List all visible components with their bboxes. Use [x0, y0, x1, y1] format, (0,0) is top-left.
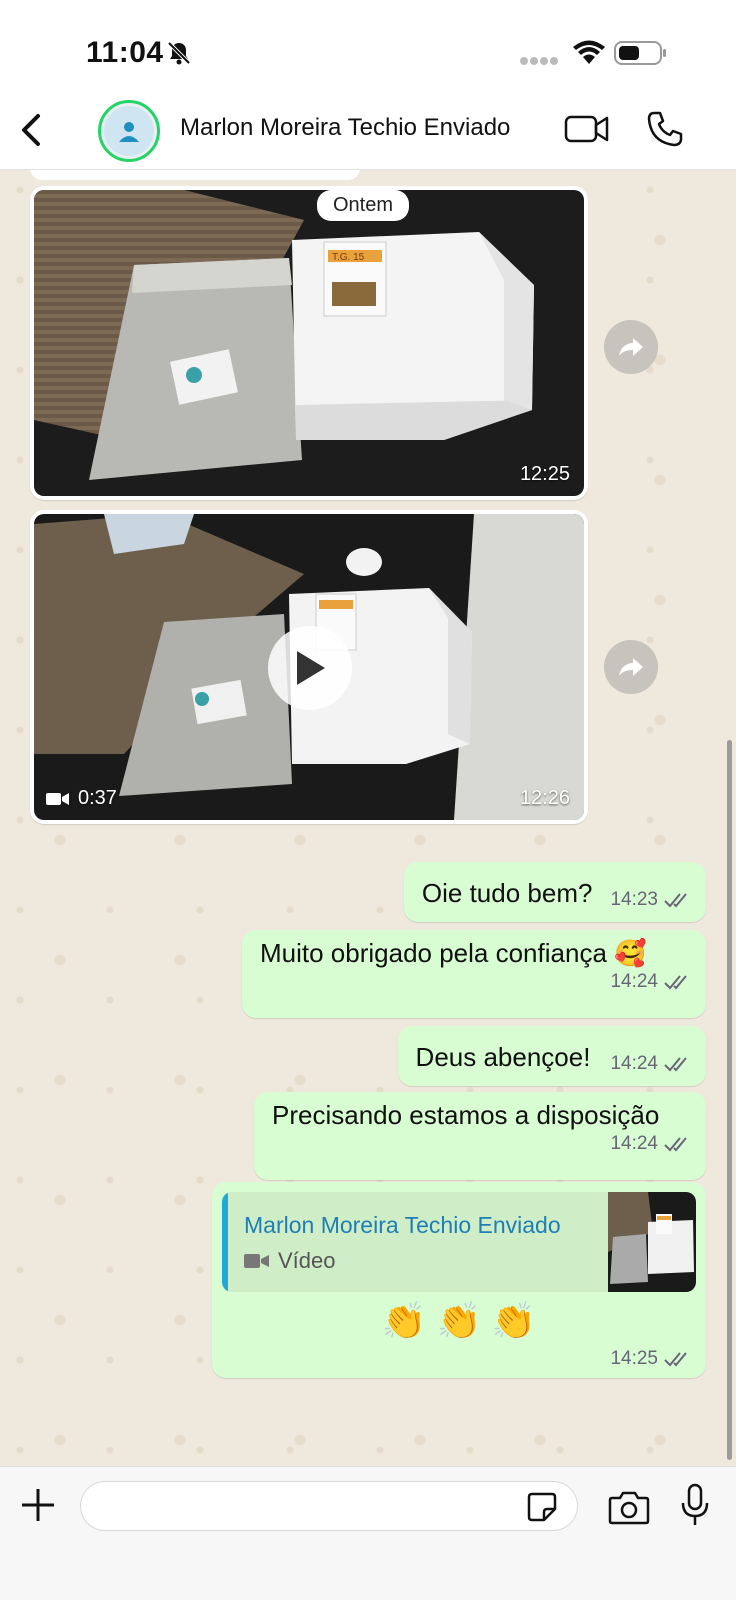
double-check-icon	[664, 1057, 687, 1072]
double-check-icon	[664, 1352, 687, 1367]
photo-message[interactable]: T.G. 15 12:25	[30, 186, 588, 500]
phone-icon[interactable]	[646, 110, 684, 148]
photo-image: T.G. 15	[34, 190, 584, 496]
plus-icon[interactable]	[18, 1485, 58, 1525]
video-duration: 0:37	[46, 787, 117, 810]
signal-icon	[520, 57, 558, 65]
forward-button[interactable]	[604, 320, 658, 374]
message-time: 14:24	[610, 971, 658, 992]
battery-icon	[614, 41, 666, 65]
chat-area[interactable]: Ontem T.G. 15 12:25 0:37 12:26 Oie tudo …	[0, 170, 736, 1466]
message-time: 14:24	[610, 1133, 658, 1154]
message-time: 12:25	[519, 463, 570, 485]
contact-avatar[interactable]	[98, 100, 160, 162]
date-separator: Ontem	[317, 190, 410, 221]
video-message[interactable]: 0:37 12:26	[30, 510, 588, 824]
video-thumbnail[interactable]: 0:37 12:26	[34, 514, 584, 820]
message-text: Muito obrigado pela confiança 🥰	[260, 938, 647, 968]
status-bar: 11:04	[0, 0, 736, 92]
quoted-thumbnail	[608, 1192, 696, 1292]
outgoing-message[interactable]: Deus abençoe! 14:24	[397, 1026, 706, 1086]
play-button[interactable]	[268, 626, 352, 710]
sticker-icon[interactable]	[526, 1491, 558, 1523]
bell-slash-icon	[167, 41, 191, 65]
message-meta: 14:24	[610, 1133, 692, 1155]
outgoing-message[interactable]: Oie tudo bem? 14:23	[403, 862, 706, 922]
message-time: 14:25	[610, 1348, 658, 1369]
message-time: 14:23	[610, 889, 658, 910]
forward-icon	[619, 658, 643, 676]
message-input[interactable]	[80, 1481, 578, 1531]
double-check-icon	[664, 893, 687, 908]
wifi-icon	[573, 40, 605, 64]
camera-icon[interactable]	[608, 1489, 650, 1525]
message-time: 12:26	[519, 787, 570, 809]
message-text: Oie tudo bem?	[421, 877, 593, 908]
photo-thumbnail[interactable]: T.G. 15 12:25	[34, 190, 584, 496]
play-icon	[297, 651, 325, 685]
message-meta: 14:25	[610, 1348, 692, 1370]
video-call-icon[interactable]	[564, 112, 610, 146]
forward-button[interactable]	[604, 640, 658, 694]
scrollbar[interactable]	[727, 740, 732, 1460]
message-meta: 14:24	[610, 971, 692, 993]
quoted-type: Vídeo	[244, 1248, 336, 1274]
quote-accent-bar	[222, 1192, 228, 1292]
chat-header: Marlon Moreira Techio Enviado	[0, 92, 736, 170]
outgoing-message[interactable]: Precisando estamos a disposição 14:24	[254, 1092, 706, 1180]
duration-text: 0:37	[78, 787, 117, 809]
message-text: Deus abençoe!	[415, 1041, 591, 1072]
quoted-sender: Marlon Moreira Techio Enviado	[244, 1212, 561, 1238]
video-camera-icon	[244, 1254, 269, 1268]
quoted-message[interactable]: Marlon Moreira Techio Enviado Vídeo	[222, 1192, 696, 1292]
forward-icon	[619, 338, 643, 356]
double-check-icon	[664, 975, 687, 990]
contact-name[interactable]: Marlon Moreira Techio Enviado	[180, 114, 510, 142]
person-icon	[119, 122, 139, 142]
message-text: 👏 👏 👏	[381, 1300, 537, 1341]
microphone-icon[interactable]	[680, 1483, 710, 1527]
message-meta: 14:24	[610, 1053, 692, 1075]
message-text: Precisando estamos a disposição	[272, 1100, 660, 1130]
outgoing-message[interactable]: Muito obrigado pela confiança 🥰 14:24	[242, 930, 706, 1018]
previous-message-stub	[30, 170, 360, 180]
status-time: 11:04	[86, 36, 164, 69]
message-meta: 14:23	[610, 889, 692, 911]
back-icon[interactable]	[18, 110, 46, 150]
video-camera-icon	[46, 792, 69, 805]
double-check-icon	[664, 1137, 687, 1152]
product-label: T.G. 15	[332, 252, 365, 263]
reply-message[interactable]: Marlon Moreira Techio Enviado Vídeo 👏 👏 …	[212, 1182, 706, 1378]
quoted-type-label: Vídeo	[278, 1248, 336, 1273]
message-time: 14:24	[610, 1053, 658, 1074]
input-bar	[0, 1466, 736, 1600]
